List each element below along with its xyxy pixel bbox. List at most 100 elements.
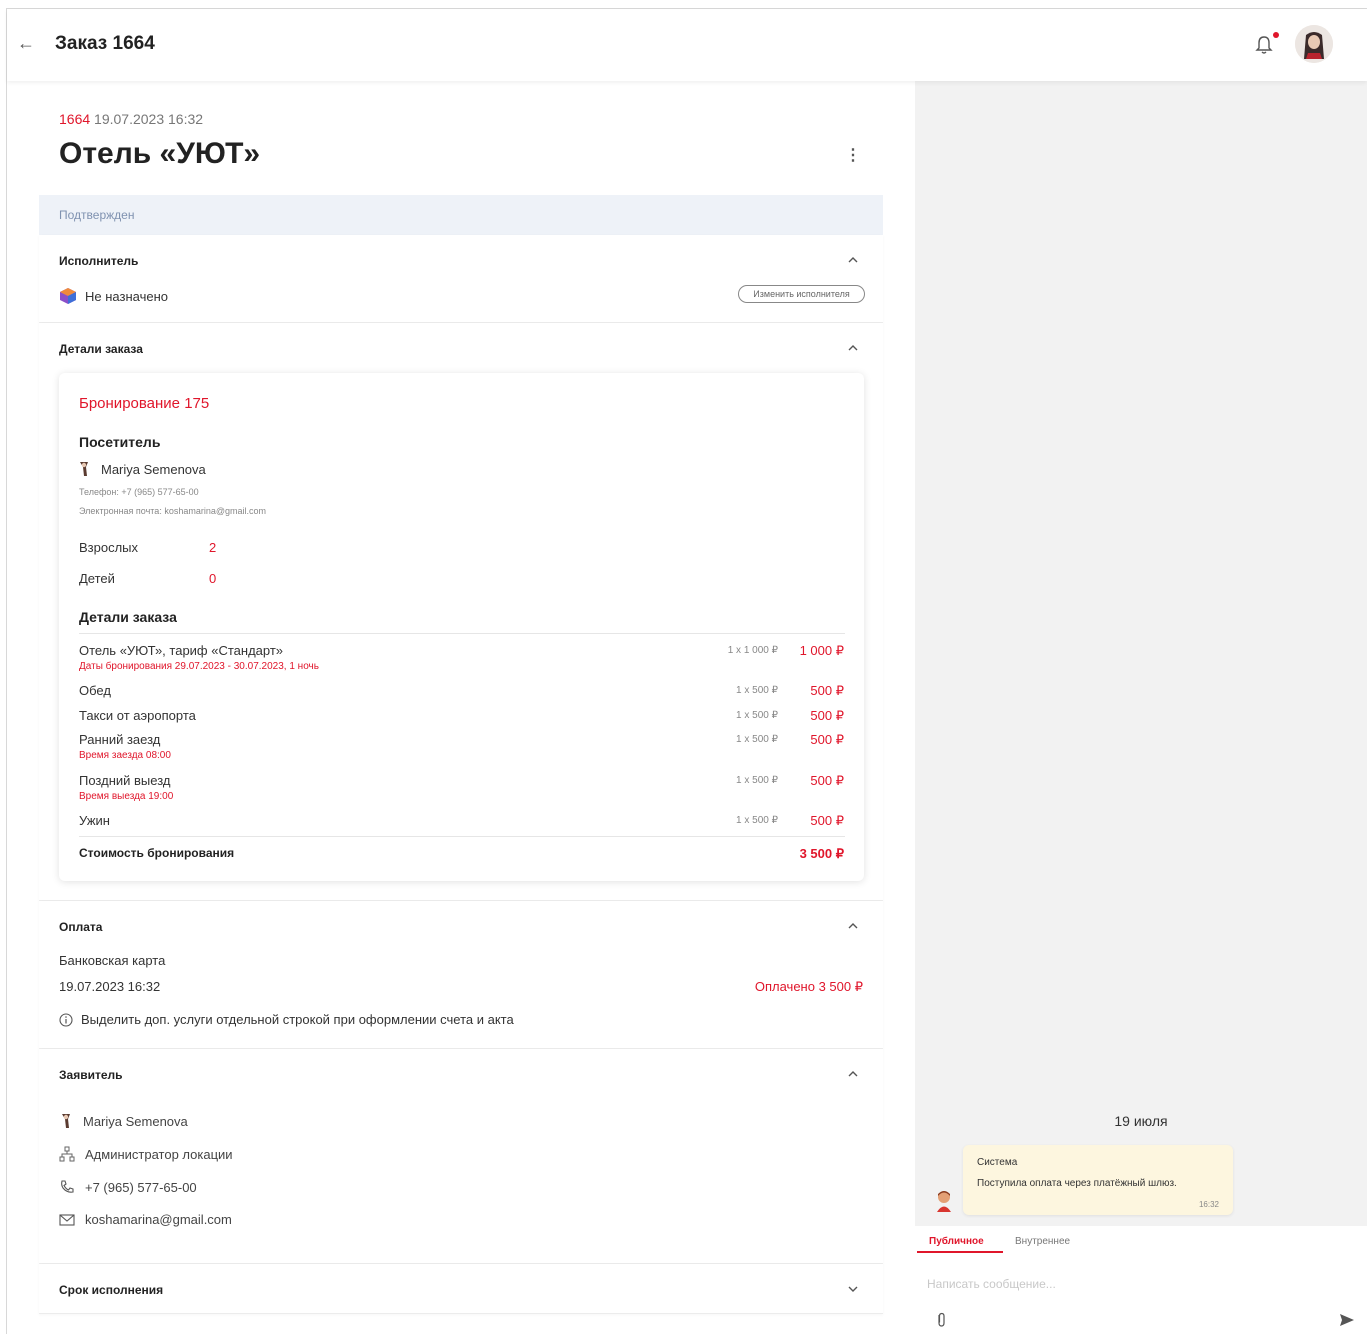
applicant-section: Заявитель Mariya Semenova Администратор … (39, 1049, 883, 1264)
chevron-down-icon[interactable] (847, 1283, 859, 1295)
item-name: Отель «УЮТ», тариф «Стандарт» (79, 643, 284, 658)
item-name: Поздний выезд (79, 773, 171, 788)
divider (79, 836, 845, 837)
executor-row: Не назначено (59, 287, 168, 305)
info-row: Выделить доп. услуги отдельной строкой п… (59, 1012, 514, 1027)
mail-icon (59, 1213, 75, 1226)
app-window: ← Заказ 1664 1664 19.07.2023 16:32 Отель… (6, 8, 1367, 1334)
section-title: Исполнитель (59, 254, 139, 268)
message-time: 16:32 (1198, 1200, 1219, 1209)
payment-method: Банковская карта (59, 953, 166, 968)
deadline-section[interactable]: Срок исполнения (39, 1264, 883, 1314)
applicant-role-row: Администратор локации (59, 1146, 233, 1162)
order-details-heading: Детали заказа (79, 609, 177, 625)
person-avatar-icon (80, 462, 88, 476)
tab-internal[interactable]: Внутреннее (1015, 1236, 1070, 1247)
paid-amount: Оплачено 3 500 ₽ (754, 979, 863, 994)
divider (79, 633, 845, 634)
active-tab-indicator (917, 1251, 1003, 1253)
user-avatar-icon (1295, 25, 1333, 63)
chevron-up-icon[interactable] (847, 920, 859, 932)
details-section: Детали заказа Бронирование 175 Посетител… (39, 323, 883, 901)
item-note: Даты бронирования 29.07.2023 - 30.07.202… (79, 661, 319, 672)
payment-section: Оплата Банковская карта 19.07.2023 16:32… (39, 901, 883, 1049)
paperclip-icon[interactable] (935, 1312, 947, 1328)
avatar[interactable] (1295, 25, 1333, 63)
cube-avatar-icon (60, 288, 76, 304)
adults-value: 2 (209, 540, 217, 555)
change-executor-button[interactable]: Изменить исполнителя (738, 285, 865, 303)
visitor-name-row: Mariya Semenova (79, 461, 206, 477)
item-qty: 1 x 500 ₽ (736, 710, 778, 721)
applicant-role: Администратор локации (85, 1146, 233, 1162)
system-avatar-icon (937, 1191, 951, 1212)
arrow-left-icon[interactable]: ← (17, 33, 35, 54)
order-datetime: 19.07.2023 16:32 (94, 111, 204, 127)
applicant-email-row: koshamarina@gmail.com (59, 1212, 232, 1227)
order-title: Отель «УЮТ» (59, 137, 261, 170)
info-icon (59, 1012, 73, 1027)
item-name: Такси от аэропорта (79, 708, 196, 723)
message-composer: Публичное Внутреннее (915, 1226, 1367, 1334)
applicant-phone[interactable]: +7 (965) 577-65-00 (85, 1180, 197, 1195)
item-qty: 1 x 500 ₽ (736, 815, 778, 826)
order-number: 1664 (59, 111, 91, 127)
more-vert-icon[interactable]: ⋮ (845, 145, 861, 165)
visitor-phone: Телефон: +7 (965) 577-65-00 (79, 487, 199, 497)
applicant-name-row: Mariya Semenova (59, 1113, 188, 1129)
item-price: 500 ₽ (810, 708, 844, 723)
item-price: 500 ₽ (810, 773, 844, 788)
phone-icon (61, 1180, 74, 1193)
executor-value: Не назначено (85, 288, 168, 304)
item-note: Время выезда 19:00 (79, 791, 174, 802)
top-bar: ← Заказ 1664 (7, 9, 1367, 81)
item-qty: 1 x 1 000 ₽ (727, 645, 778, 656)
item-price: 1 000 ₽ (799, 643, 844, 658)
tab-public[interactable]: Публичное (929, 1236, 984, 1247)
chat-panel: 19 июля Система Поступила оплата через п… (915, 81, 1367, 1334)
chevron-up-icon[interactable] (847, 1068, 859, 1080)
children-value: 0 (209, 571, 217, 586)
order-meta: 1664 19.07.2023 16:32 (59, 111, 203, 127)
booking-title[interactable]: Бронирование 175 (79, 395, 209, 412)
total-label: Стоимость бронирования (79, 846, 235, 860)
item-note: Время заезда 08:00 (79, 750, 171, 761)
chat-message: Система Поступила оплата через платёжный… (963, 1145, 1233, 1215)
booking-card: Бронирование 175 Посетитель Mariya Semen… (59, 373, 864, 881)
item-qty: 1 x 500 ₽ (736, 685, 778, 696)
item-price: 500 ₽ (810, 813, 844, 828)
message-text: Поступила оплата через платёжный шлюз. (977, 1178, 1177, 1189)
info-text: Выделить доп. услуги отдельной строкой п… (81, 1012, 514, 1027)
notification-dot (1273, 32, 1279, 38)
message-input[interactable] (927, 1274, 1347, 1294)
adults-label: Взрослых (79, 540, 139, 555)
applicant-email[interactable]: koshamarina@gmail.com (85, 1212, 232, 1227)
visitor-email: Электронная почта: koshamarina@gmail.com (79, 506, 266, 516)
status-bar: Подтвержден (39, 195, 883, 235)
item-name: Ужин (79, 813, 110, 828)
applicant-phone-row: +7 (965) 577-65-00 (59, 1179, 197, 1195)
children-label: Детей (79, 571, 115, 586)
payment-datetime: 19.07.2023 16:32 (59, 979, 161, 994)
section-title: Заявитель (59, 1068, 123, 1082)
visitor-heading: Посетитель (79, 434, 161, 450)
item-price: 500 ₽ (810, 732, 844, 747)
chevron-up-icon[interactable] (847, 254, 859, 266)
person-avatar-icon (62, 1114, 70, 1128)
item-price: 500 ₽ (810, 683, 844, 698)
applicant-name: Mariya Semenova (83, 1113, 188, 1129)
section-title: Оплата (59, 920, 103, 934)
org-structure-icon (59, 1146, 75, 1162)
send-icon[interactable] (1339, 1312, 1355, 1328)
status-label: Подтвержден (59, 208, 135, 222)
bell-icon[interactable] (1255, 35, 1273, 55)
page-title: Заказ 1664 (55, 33, 155, 54)
item-qty: 1 x 500 ₽ (736, 775, 778, 786)
section-title: Детали заказа (59, 342, 143, 356)
message-author: Система (977, 1157, 1018, 1168)
total-value: 3 500 ₽ (799, 846, 844, 861)
executor-section: Исполнитель Не назначено Изменить исполн… (39, 235, 883, 323)
chevron-up-icon[interactable] (847, 342, 859, 354)
order-panel: 1664 19.07.2023 16:32 Отель «УЮТ» ⋮ Подт… (7, 81, 915, 1334)
item-qty: 1 x 500 ₽ (736, 734, 778, 745)
